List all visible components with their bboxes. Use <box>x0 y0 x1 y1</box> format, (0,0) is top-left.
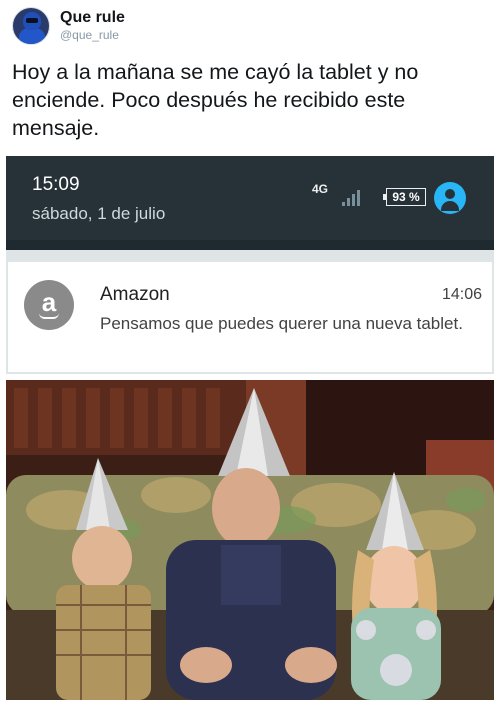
tinfoil-hats-image <box>6 380 494 700</box>
tweet-text: Hoy a la mañana se me cayó la tablet y n… <box>12 60 419 140</box>
amazon-logo-icon: a <box>24 280 74 330</box>
network-type: 4G <box>312 182 329 196</box>
tweet-header: Que rule @que_rule <box>12 4 125 48</box>
signal-icon <box>342 190 362 206</box>
battery-icon: 93 % <box>383 188 426 206</box>
android-screenshot: 15:09 sábado, 1 de julio 4G 93 % a Amazo… <box>6 156 494 374</box>
notification-app-name: Amazon <box>100 284 170 305</box>
user-icon[interactable] <box>434 182 466 214</box>
notification-message: Pensamos que puedes querer una nueva tab… <box>100 314 463 333</box>
avatar[interactable] <box>12 7 50 45</box>
user-handle[interactable]: @que_rule <box>60 27 125 43</box>
clock-date: sábado, 1 de julio <box>32 204 166 223</box>
amazon-notification[interactable]: a Amazon 14:06 Pensamos que puedes quere… <box>8 262 492 372</box>
meme-photo[interactable] <box>6 380 494 700</box>
clock-time: 15:09 <box>32 174 80 195</box>
author-names: Que rule @que_rule <box>60 9 125 43</box>
battery-level: 93 % <box>392 190 420 204</box>
notification-shade-header: 15:09 sábado, 1 de julio 4G 93 % <box>6 156 494 250</box>
notification-time: 14:06 <box>441 286 482 303</box>
display-name[interactable]: Que rule <box>60 9 125 27</box>
